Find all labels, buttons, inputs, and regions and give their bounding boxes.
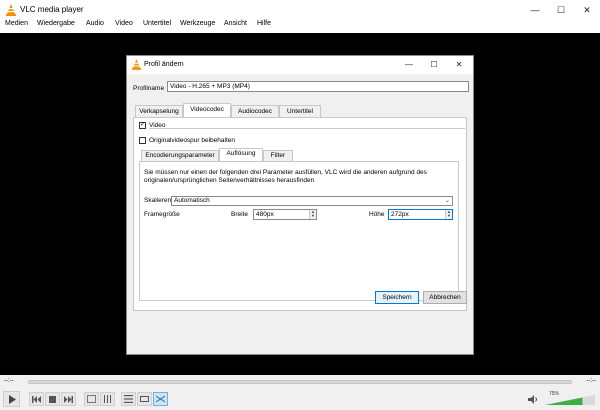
spin-arrows-icon[interactable]: ▲ ▼ bbox=[309, 210, 316, 219]
play-button[interactable] bbox=[3, 391, 20, 407]
keep-original-checkbox[interactable] bbox=[139, 137, 146, 144]
profile-name-label: Profilname bbox=[133, 85, 165, 92]
cancel-button[interactable]: Abbrechen bbox=[423, 291, 467, 304]
width-value: 480px bbox=[256, 211, 274, 218]
next-button[interactable] bbox=[61, 392, 76, 406]
extended-settings-button[interactable] bbox=[100, 392, 115, 406]
seek-row: --:-- --:-- bbox=[0, 375, 600, 389]
menu-bar: Medien Wiedergabe Audio Video Untertitel… bbox=[0, 18, 600, 32]
speaker-icon[interactable] bbox=[528, 395, 538, 404]
width-label: Breite bbox=[231, 211, 248, 218]
shuffle-button[interactable] bbox=[153, 392, 168, 406]
tab-verkapselung[interactable]: Verkapselung bbox=[135, 105, 183, 117]
time-total: --:-- bbox=[586, 378, 596, 384]
scale-select-value: Automatisch bbox=[174, 197, 210, 204]
vlc-cone-icon bbox=[132, 59, 141, 70]
play-icon bbox=[8, 394, 16, 404]
info-text: Sie müssen nur einen der folgenden drei … bbox=[144, 169, 427, 184]
scale-label: Skalieren bbox=[144, 197, 172, 204]
menu-audio[interactable]: Audio bbox=[86, 20, 104, 27]
menu-video[interactable]: Video bbox=[115, 20, 133, 27]
profile-edit-dialog: Profil ändern — ☐ ✕ Profilname Video - H… bbox=[126, 55, 474, 355]
dialog-close-button[interactable]: ✕ bbox=[447, 56, 471, 74]
subtab-filter[interactable]: Filter bbox=[263, 150, 293, 161]
previous-icon bbox=[32, 395, 41, 403]
spin-arrows-icon[interactable]: ▲ ▼ bbox=[445, 210, 452, 219]
dialog-minimize-button[interactable]: — bbox=[397, 56, 421, 74]
width-spinbox[interactable]: 480px ▲ ▼ bbox=[253, 209, 317, 220]
dialog-maximize-button[interactable]: ☐ bbox=[422, 56, 446, 74]
tab-videocodec[interactable]: Videocodec bbox=[183, 103, 231, 118]
volume-slider[interactable] bbox=[545, 394, 595, 405]
dialog-title: Profil ändern bbox=[144, 61, 184, 68]
seek-slider[interactable] bbox=[28, 380, 572, 384]
shuffle-icon bbox=[156, 395, 165, 403]
maximize-button[interactable]: ☐ bbox=[548, 0, 574, 20]
tab-audiocodec[interactable]: Audiocodec bbox=[231, 105, 279, 117]
height-value: 272px bbox=[391, 211, 409, 218]
next-icon bbox=[64, 395, 73, 403]
video-checkbox[interactable]: ✓ bbox=[139, 122, 146, 129]
playlist-button[interactable] bbox=[121, 392, 136, 406]
app-title: VLC media player bbox=[20, 5, 84, 14]
menu-medien[interactable]: Medien bbox=[5, 20, 28, 27]
previous-button[interactable] bbox=[29, 392, 44, 406]
menu-untertitel[interactable]: Untertitel bbox=[143, 20, 171, 27]
loop-icon bbox=[140, 396, 149, 402]
menu-wiedergabe[interactable]: Wiedergabe bbox=[37, 20, 75, 27]
menu-ansicht[interactable]: Ansicht bbox=[224, 20, 247, 27]
menu-hilfe[interactable]: Hilfe bbox=[257, 20, 271, 27]
tab-untertitel[interactable]: Untertitel bbox=[279, 105, 321, 117]
dialog-titlebar: Profil ändern — ☐ ✕ bbox=[127, 56, 473, 74]
scale-select[interactable]: Automatisch ⌄ bbox=[171, 196, 453, 206]
playlist-icon bbox=[124, 395, 133, 403]
height-label: Höhe bbox=[369, 211, 385, 218]
extended-settings-icon bbox=[104, 395, 111, 403]
subtab-encodierungsparameter[interactable]: Encodierungsparameter bbox=[141, 150, 219, 161]
profile-name-input[interactable]: Video - H.265 + MP3 (MP4) bbox=[167, 81, 469, 92]
fullscreen-icon bbox=[87, 395, 96, 403]
app-titlebar: VLC media player — ☐ ✕ bbox=[0, 0, 600, 20]
stop-button[interactable] bbox=[45, 392, 60, 406]
keep-original-label: Originalvideospur beibehalten bbox=[149, 137, 236, 144]
divider bbox=[149, 128, 465, 129]
chevron-down-icon: ⌄ bbox=[444, 198, 450, 204]
time-elapsed: --:-- bbox=[4, 378, 14, 384]
save-button[interactable]: Speichern bbox=[375, 291, 419, 304]
subtab-aufloesung[interactable]: Auflösung bbox=[219, 148, 263, 162]
playback-controls: 75% bbox=[0, 389, 600, 410]
menu-werkzeuge[interactable]: Werkzeuge bbox=[180, 20, 215, 27]
height-spinbox[interactable]: 272px ▲ ▼ bbox=[388, 209, 453, 220]
close-button[interactable]: ✕ bbox=[574, 0, 600, 20]
fullscreen-button[interactable] bbox=[84, 392, 99, 406]
framesize-label: Framegröße bbox=[144, 211, 180, 218]
loop-button[interactable] bbox=[137, 392, 152, 406]
minimize-button[interactable]: — bbox=[522, 0, 548, 20]
vlc-cone-icon bbox=[6, 4, 16, 16]
stop-icon bbox=[49, 395, 56, 403]
